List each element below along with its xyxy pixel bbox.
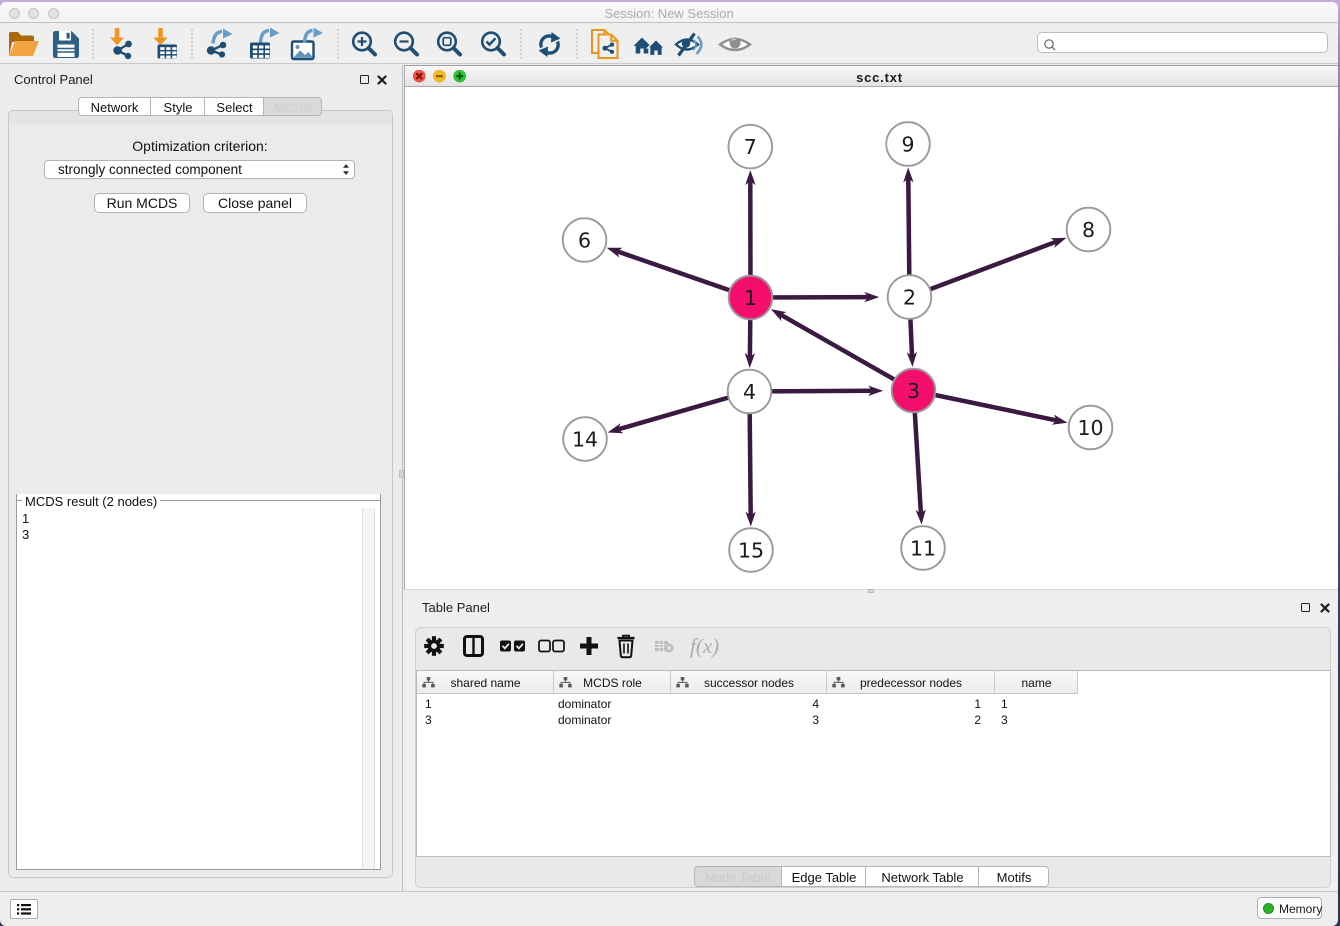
svg-text:4: 4 — [743, 380, 756, 404]
svg-text:2: 2 — [903, 286, 916, 310]
svg-text:6: 6 — [578, 229, 591, 253]
svg-text:8: 8 — [1082, 218, 1095, 242]
svg-text:10: 10 — [1077, 416, 1103, 440]
svg-text:7: 7 — [744, 135, 757, 159]
svg-text:11: 11 — [910, 537, 936, 561]
svg-text:1: 1 — [744, 286, 757, 310]
svg-text:15: 15 — [738, 539, 764, 563]
svg-text:9: 9 — [901, 133, 914, 157]
svg-text:14: 14 — [572, 428, 598, 452]
svg-text:3: 3 — [907, 379, 920, 403]
svg-text:f(x): f(x) — [690, 634, 719, 658]
